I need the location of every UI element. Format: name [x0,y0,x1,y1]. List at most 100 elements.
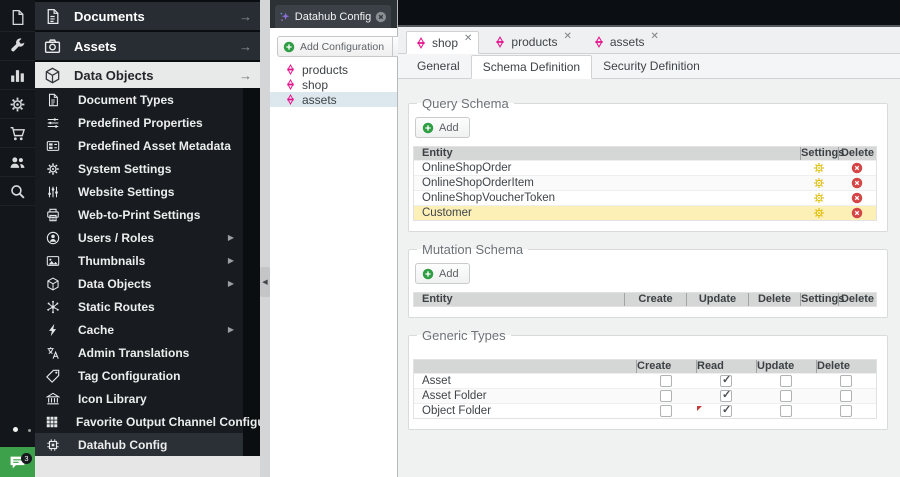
accordion-header-data-objects[interactable]: Data Objects → [35,62,260,88]
tree-item-products[interactable]: products [270,62,397,77]
wrench-icon[interactable] [0,32,35,61]
table-row[interactable]: Asset [414,373,876,388]
users-icon[interactable] [0,148,35,177]
file-icon[interactable] [0,3,35,32]
sparkle-icon [279,11,291,23]
settings-icon[interactable] [800,207,838,219]
hexagram-icon [285,64,296,75]
config-tabbar: shop ✕ products ✕ assets ✕ [398,27,900,54]
left-icon-bar: 3 [0,0,35,477]
table-row[interactable]: Asset Folder [414,388,876,403]
sidebar-item-website-settings[interactable]: Website Settings [35,180,243,203]
close-icon[interactable]: ✕ [464,33,472,44]
table-header: Entity Create Update Delete Settings Del… [414,293,876,306]
delete-icon[interactable] [838,177,876,189]
hexagram-icon [285,79,296,90]
status-dot-small [28,429,31,432]
mutation-add-button[interactable]: Add [415,263,470,284]
cube-icon [44,67,61,84]
sidebar-item-users-roles[interactable]: Users / Roles ▶ [35,226,243,249]
sidebar-item-admin-translations[interactable]: Admin Translations [35,341,243,364]
add-configuration-button[interactable]: Add Configuration ▼ [277,36,413,57]
chat-button[interactable]: 3 [0,447,35,477]
main-panel: shop ✕ products ✕ assets ✕ General Schem… [398,0,900,477]
panel-splitter[interactable]: ◀ [260,0,270,477]
checkbox-create[interactable] [660,390,672,402]
checkbox-update[interactable] [780,390,792,402]
tab-security-definition[interactable]: Security Definition [592,54,711,78]
checkbox-create[interactable] [660,405,672,417]
sidebar-item-system-settings[interactable]: System Settings [35,157,243,180]
sidebar-item-document-types[interactable]: Document Types [35,88,243,111]
tab-schema-definition[interactable]: Schema Definition [470,55,593,79]
collapse-left-icon[interactable]: ◀ [260,267,270,297]
hexagram-icon [415,37,427,49]
sidebar-item-predefined-asset-metadata[interactable]: Predefined Asset Metadata [35,134,243,157]
bolt-icon [45,323,61,337]
accordion-header-assets[interactable]: Assets → [35,32,260,60]
chat-badge: 3 [21,453,32,464]
delete-icon[interactable] [838,192,876,204]
schema-definition-content: Query Schema Add Entity Settings Delete … [398,79,900,430]
tab-general[interactable]: General [406,54,471,78]
query-add-button[interactable]: Add [415,117,470,138]
sidebar-item-predefined-properties[interactable]: Predefined Properties [35,111,243,134]
mutation-schema-table: Entity Create Update Delete Settings Del… [413,292,877,307]
sidebar-item-tag-configuration[interactable]: Tag Configuration [35,364,243,387]
mutation-schema-fieldset: Mutation Schema Add Entity Create Update… [408,242,888,318]
table-row[interactable]: OnlineShopVoucherToken [414,190,876,205]
table-row[interactable]: OnlineShopOrderItem [414,175,876,190]
sidebar-item-static-routes[interactable]: Static Routes [35,295,243,318]
close-icon[interactable]: ✕ [651,31,659,42]
checkbox-update[interactable] [780,375,792,387]
hexagram-icon [593,36,605,48]
gear-icon[interactable] [0,90,35,119]
tree-item-assets[interactable]: assets [270,92,397,107]
tab-shop[interactable]: shop ✕ [406,31,480,54]
navigation-accordion: Documents → Assets → Data Objects → Docu… [35,0,305,477]
query-schema-fieldset: Query Schema Add Entity Settings Delete … [408,96,888,232]
checkbox-update[interactable] [780,405,792,417]
chip-icon [45,438,61,452]
checkbox-read[interactable] [720,373,732,387]
sidebar-item-thumbnails[interactable]: Thumbnails ▶ [35,249,243,272]
sidebar-item-icon-library[interactable]: Icon Library [35,387,243,410]
tab-products[interactable]: products ✕ [486,30,577,53]
tab-datahub-config[interactable]: Datahub Config [275,5,391,28]
checkbox-create[interactable] [660,375,672,387]
settings-icon[interactable] [800,162,838,174]
search-icon[interactable] [0,177,35,206]
sidebar-item-datahub-config[interactable]: Datahub Config [35,433,243,456]
sidebar-item-web-to-print-settings[interactable]: Web-to-Print Settings [35,203,243,226]
cart-icon[interactable] [0,119,35,148]
sidebar-item-favorite-output-channel-configurations[interactable]: Favorite Output Channel Configurations [35,410,305,433]
table-row[interactable]: Object Folder [414,403,876,418]
delete-icon[interactable] [838,162,876,174]
equalizer-icon [45,185,61,199]
checkbox-delete[interactable] [840,375,852,387]
tab-assets[interactable]: assets ✕ [585,30,665,53]
delete-icon[interactable] [838,207,876,219]
pimcore-admin-window: 3 Documents → Assets → Data Objects → Do… [0,0,900,477]
checkbox-read[interactable] [720,388,732,402]
checkbox-read[interactable] [720,403,732,417]
accordion-header-documents[interactable]: Documents → [35,2,260,30]
sidebar-item-data-objects[interactable]: Data Objects ▶ [35,272,243,295]
configuration-tree: products shop assets [270,62,397,107]
checkbox-delete[interactable] [840,405,852,417]
table-header: Entity Settings Delete [414,147,876,160]
cube-icon [45,277,61,291]
checkbox-delete[interactable] [840,390,852,402]
close-icon[interactable]: ✕ [563,31,571,42]
settings-icon[interactable] [800,192,838,204]
printer-icon [45,208,61,222]
table-row[interactable]: Customer [414,205,876,220]
tree-item-shop[interactable]: shop [270,77,397,92]
close-icon[interactable] [375,11,387,23]
sidebar-item-cache[interactable]: Cache ▶ [35,318,243,341]
settings-icon[interactable] [800,177,838,189]
bar-chart-icon[interactable] [0,61,35,90]
sliders-icon [45,116,61,130]
table-row[interactable]: OnlineShopOrder [414,160,876,175]
settings-menu: Document Types Predefined Properties Pre… [35,88,305,456]
